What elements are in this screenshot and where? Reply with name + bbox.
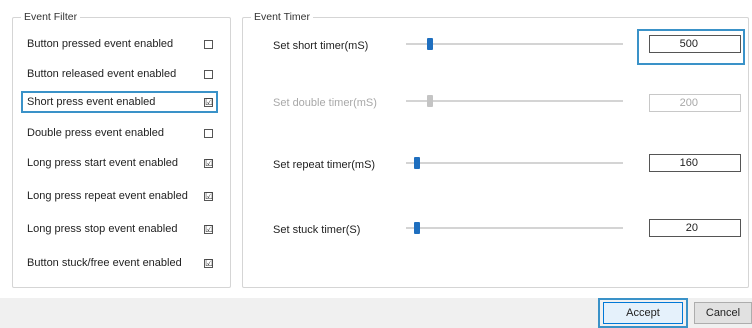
double-timer-slider [406,95,623,107]
filter-item-button-released[interactable]: Button released event enabled [21,63,218,85]
filter-item-label: Short press event enabled [27,96,156,108]
stuck-timer-slider[interactable] [406,222,623,234]
checkbox[interactable] [204,69,213,79]
slider-track [406,100,623,102]
repeat-timer-input[interactable]: 160 [649,154,741,172]
filter-item-label: Double press event enabled [27,127,164,139]
filter-item-label: Button released event enabled [27,68,177,80]
event-filter-title: Event Filter [21,10,81,24]
dialog-footer: Accept Cancel [0,298,752,328]
checkbox[interactable] [204,39,213,49]
slider-thumb[interactable] [427,38,433,50]
repeat-timer-label: Set repeat timer(mS) [273,159,376,171]
filter-item-double-press[interactable]: Double press event enabled [21,122,218,144]
checkbox[interactable]: ☑ [204,224,213,234]
filter-item-label: Button pressed event enabled [27,38,174,50]
filter-item-label: Long press stop event enabled [27,223,178,235]
filter-item-button-pressed[interactable]: Button pressed event enabled [21,33,218,55]
stuck-timer-input[interactable]: 20 [649,219,741,237]
slider-thumb[interactable] [414,157,420,169]
event-timer-title: Event Timer [251,10,314,24]
short-timer-slider[interactable] [406,38,623,50]
short-timer-input[interactable]: 500 [649,35,741,53]
double-timer-input: 200 [649,94,741,112]
slider-track [406,227,623,229]
filter-item-long-press-stop[interactable]: Long press stop event enabled ☑ [21,218,218,240]
filter-item-label: Button stuck/free event enabled [27,257,182,269]
filter-item-label: Long press start event enabled [27,157,179,169]
filter-item-long-press-start[interactable]: Long press start event enabled ☑ [21,152,218,174]
filter-item-label: Long press repeat event enabled [27,190,188,202]
slider-track [406,43,623,45]
filter-item-long-press-repeat[interactable]: Long press repeat event enabled ☑ [21,185,218,207]
cancel-button[interactable]: Cancel [694,302,752,324]
short-timer-label: Set short timer(mS) [273,40,369,52]
checkbox[interactable]: ☑ [204,191,213,201]
double-timer-label: Set double timer(mS) [273,97,377,109]
checkbox[interactable] [204,128,213,138]
stuck-timer-label: Set stuck timer(S) [273,224,361,236]
checkbox[interactable]: ☑ [204,158,213,168]
slider-thumb[interactable] [414,222,420,234]
checkbox[interactable]: ☑ [204,258,213,268]
slider-track [406,162,623,164]
repeat-timer-slider[interactable] [406,157,623,169]
accept-button[interactable]: Accept [603,302,683,324]
filter-item-short-press[interactable]: Short press event enabled ☑ [21,91,218,113]
event-timer-group: Event Timer Set short timer(mS) 500 Set … [242,10,749,288]
slider-thumb [427,95,433,107]
event-filter-group: Event Filter Button pressed event enable… [12,10,231,288]
checkbox[interactable]: ☑ [204,97,213,107]
filter-item-button-stuck-free[interactable]: Button stuck/free event enabled ☑ [21,252,218,274]
